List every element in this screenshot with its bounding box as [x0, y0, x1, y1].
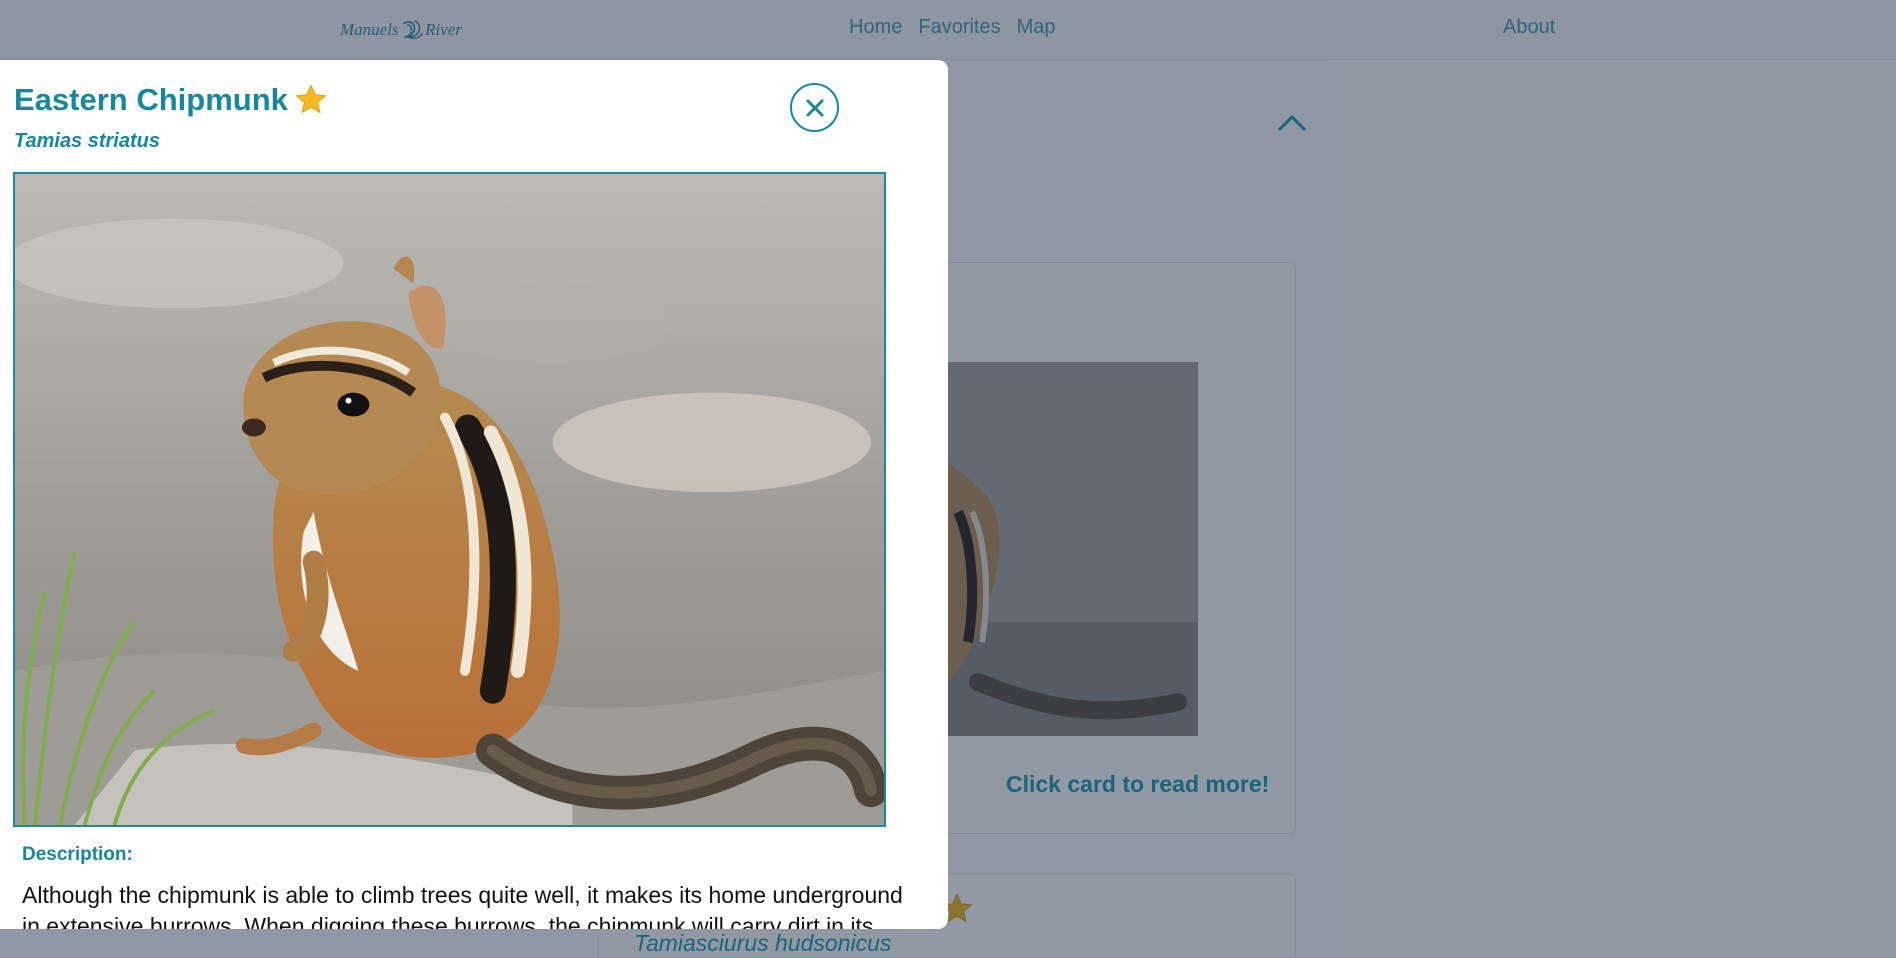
description-heading: Description: — [22, 844, 133, 865]
species-photo — [13, 172, 886, 827]
close-button[interactable] — [790, 83, 839, 132]
modal-title: Eastern Chipmunk — [14, 82, 288, 117]
description-text: Although the chipmunk is able to climb t… — [22, 882, 903, 929]
close-icon — [806, 99, 823, 116]
species-detail-modal: Eastern Chipmunk Tamias striatus Descrip… — [0, 60, 948, 929]
favorite-star-icon[interactable] — [294, 83, 328, 117]
modal-scientific-name: Tamias striatus — [14, 130, 160, 152]
modal-title-row: Eastern Chipmunk — [14, 82, 328, 118]
